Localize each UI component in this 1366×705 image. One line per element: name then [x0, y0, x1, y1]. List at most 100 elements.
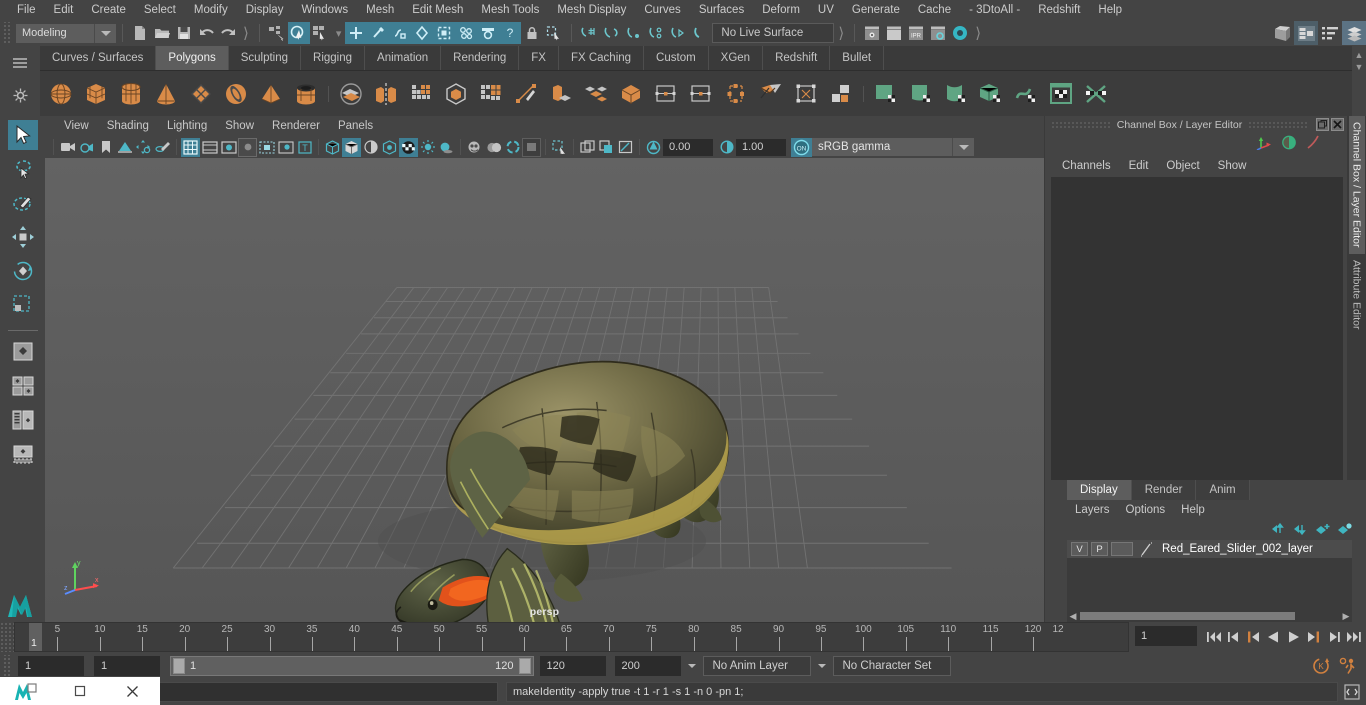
select-component-icon[interactable] [310, 22, 332, 44]
menu-item-mesh-tools[interactable]: Mesh Tools [472, 0, 548, 20]
menu-item-mesh-display[interactable]: Mesh Display [548, 0, 635, 20]
new-scene-icon[interactable] [129, 22, 151, 44]
help-line-icon[interactable]: ? [499, 22, 522, 44]
maya-logo-icon[interactable] [5, 588, 41, 620]
snap-to-grids-icon[interactable] [578, 22, 600, 44]
layer-tab-display[interactable]: Display [1067, 480, 1132, 500]
move-layer-down-icon[interactable] [1293, 523, 1308, 538]
lasso-select-tool[interactable] [8, 154, 38, 184]
save-scene-icon[interactable] [173, 22, 195, 44]
shelf-scroll-down-icon[interactable]: ▼ [1355, 62, 1364, 72]
snap-view-plane-icon[interactable] [433, 22, 456, 44]
smooth-shade-icon[interactable] [342, 137, 361, 157]
shelf-options-icon[interactable] [7, 50, 33, 76]
menu-item-surfaces[interactable]: Surfaces [690, 0, 753, 20]
uv-spherical-icon[interactable] [939, 77, 973, 111]
textured-mode-icon[interactable] [380, 138, 399, 157]
single-perspective-layout[interactable] [8, 337, 38, 367]
uv-cylindrical-icon[interactable] [904, 77, 938, 111]
layer-tab-anim[interactable]: Anim [1196, 480, 1250, 500]
step-back-frame-icon[interactable] [1245, 627, 1262, 647]
channel-menu-show[interactable]: Show [1209, 160, 1256, 172]
ipr-render-icon[interactable]: IPR [905, 22, 927, 44]
channel-menu-object[interactable]: Object [1157, 160, 1208, 172]
range-start-field[interactable]: 1 [94, 655, 160, 676]
layer-color-swatch-icon[interactable] [1136, 541, 1156, 557]
playback-speed-dropdown-arrow[interactable] [681, 663, 703, 668]
range-start-handle[interactable] [173, 657, 185, 674]
create-layer-from-selected-icon[interactable] [1337, 522, 1352, 538]
render-current-frame-icon[interactable] [861, 22, 883, 44]
snap-projected-icon[interactable] [411, 22, 434, 44]
xray-icon[interactable] [276, 138, 295, 157]
menu-item-display[interactable]: Display [237, 0, 293, 20]
vertical-tab-channel-box[interactable]: Channel Box / Layer Editor [1348, 116, 1365, 254]
play-forwards-icon[interactable] [1285, 627, 1302, 647]
panel-drag-handle-left[interactable] [1051, 120, 1111, 129]
go-to-end-icon[interactable] [1345, 627, 1362, 647]
fill-hole-icon[interactable] [684, 77, 718, 111]
viewport-menu-view[interactable]: View [55, 116, 98, 136]
menuset-selector[interactable]: Modeling [16, 23, 94, 43]
close-icon[interactable] [106, 677, 159, 705]
snap-to-view-planes-icon[interactable] [666, 22, 688, 44]
2d-pan-zoom-icon[interactable] [134, 138, 153, 157]
color-management-toggle-icon[interactable]: ON [791, 137, 812, 157]
layer-playback-toggle[interactable]: P [1091, 542, 1108, 556]
menu-item-generate[interactable]: Generate [843, 0, 909, 20]
smooth-icon[interactable] [404, 77, 438, 111]
layer-scroll-left-icon[interactable]: ◀ [1067, 611, 1079, 622]
panel-drag-handle-right[interactable] [1248, 120, 1308, 129]
menu-item-edit[interactable]: Edit [45, 0, 83, 20]
viewport-menu-panels[interactable]: Panels [329, 116, 382, 136]
statusline-collapse-arrow-2[interactable]: ▾ [332, 27, 346, 40]
boolean-icon[interactable] [439, 77, 473, 111]
menu-item-uv[interactable]: UV [809, 0, 843, 20]
exposure-icon[interactable] [644, 138, 663, 157]
persp-outliner-layout[interactable] [8, 405, 38, 435]
animation-end-field[interactable]: 200 [614, 655, 681, 676]
auto-keyframe-icon[interactable]: K [1308, 655, 1334, 677]
redo-icon[interactable] [217, 22, 239, 44]
live-surface-field[interactable]: No Live Surface [712, 23, 835, 43]
film-gate-icon[interactable] [200, 138, 219, 157]
extrude-icon[interactable] [474, 77, 508, 111]
append-polygon-icon[interactable] [789, 77, 823, 111]
anim-layer-combo[interactable]: No Anim Layer [702, 655, 811, 676]
shelf-tab-polygons[interactable]: Polygons [156, 46, 229, 70]
paste-view-icon[interactable] [597, 138, 616, 157]
layer-menu-help[interactable]: Help [1173, 504, 1213, 516]
uv-automatic-icon[interactable] [974, 77, 1008, 111]
output-attributes-icon[interactable] [1305, 135, 1321, 153]
perspective-viewport[interactable]: persp x y z [45, 158, 1044, 622]
maya-app-icon[interactable] [0, 677, 53, 705]
viewport-menu-show[interactable]: Show [216, 116, 263, 136]
layer-row[interactable]: V P Red_Eared_Slider_002_layer [1067, 540, 1352, 558]
make-live-surface-icon[interactable] [688, 22, 710, 44]
step-forward-frame-icon[interactable] [1305, 627, 1322, 647]
color-management-combo[interactable]: sRGB gamma [812, 138, 952, 156]
shape-attributes-icon[interactable] [1281, 135, 1297, 153]
select-object-icon[interactable] [287, 22, 310, 44]
quadrangulate-icon[interactable] [719, 77, 753, 111]
statusline-collapse-arrow-4[interactable]: ⟩ [971, 24, 985, 42]
menu-item-edit-mesh[interactable]: Edit Mesh [403, 0, 472, 20]
xray-components-icon[interactable] [550, 138, 569, 157]
move-layer-up-icon[interactable] [1271, 522, 1286, 538]
shelf-tab-sculpting[interactable]: Sculpting [228, 46, 302, 70]
channel-box-list[interactable] [1051, 177, 1343, 480]
menu-item-mesh[interactable]: Mesh [357, 0, 403, 20]
status-line-grip[interactable] [2, 22, 12, 44]
color-management-dropdown-arrow[interactable] [952, 138, 974, 156]
range-end-handle[interactable] [518, 657, 531, 674]
range-slider-grip[interactable] [2, 654, 12, 677]
animation-preferences-icon[interactable] [1334, 655, 1360, 677]
render-settings-icon[interactable] [927, 22, 949, 44]
layer-visibility-toggle[interactable]: V [1071, 542, 1088, 556]
screen-space-ao-icon[interactable] [465, 138, 484, 157]
shelf-tab-xgen[interactable]: XGen [708, 46, 764, 70]
viewport-menu-lighting[interactable]: Lighting [158, 116, 216, 136]
viewport-menu-shading[interactable]: Shading [98, 116, 158, 136]
menu-item-redshift[interactable]: Redshift [1029, 0, 1089, 20]
current-frame-field[interactable]: 1 [1135, 626, 1197, 646]
